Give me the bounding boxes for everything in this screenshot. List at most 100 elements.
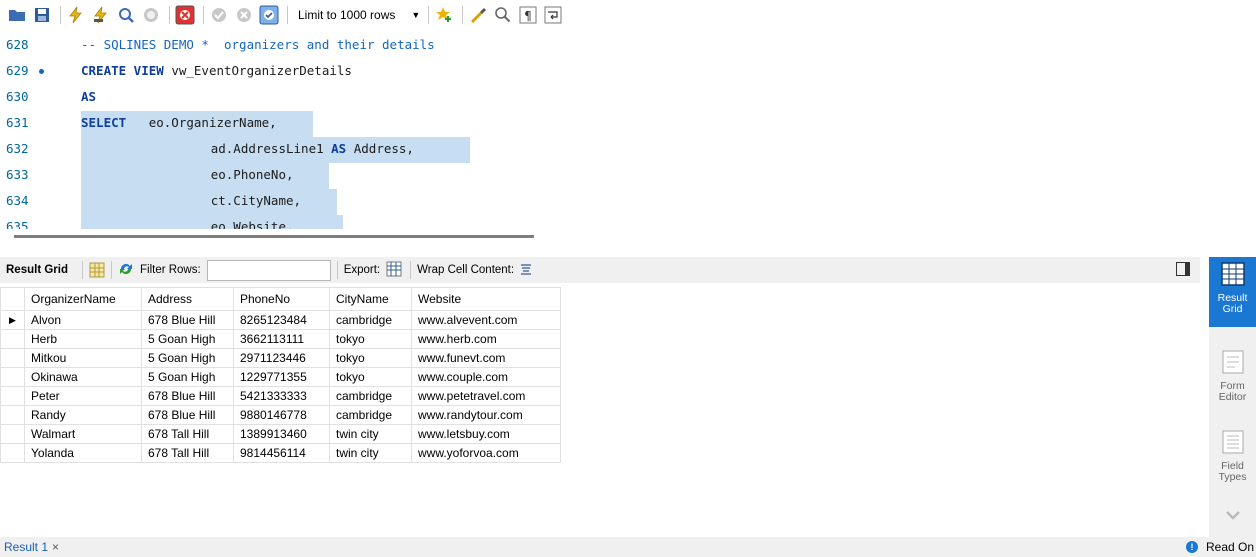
scroll-down-icon[interactable]	[1209, 509, 1256, 529]
table-cell[interactable]: Herb	[24, 329, 142, 349]
execute-selection-icon[interactable]	[90, 4, 112, 26]
table-cell[interactable]: Walmart	[24, 424, 142, 444]
result-grid-title: Result Grid	[6, 264, 68, 276]
open-folder-icon[interactable]	[6, 4, 28, 26]
table-cell[interactable]: www.letsbuy.com	[411, 424, 561, 444]
toggle-error-icon[interactable]	[174, 4, 196, 26]
refresh-icon[interactable]	[118, 262, 134, 279]
table-cell[interactable]: tokyo	[329, 329, 412, 349]
filter-rows-input[interactable]	[206, 259, 331, 281]
commit-icon[interactable]	[208, 4, 230, 26]
table-cell[interactable]: 678 Blue Hill	[141, 386, 234, 406]
code-text: eo.Website,	[143, 219, 294, 229]
table-cell[interactable]: 5 Goan High	[141, 367, 234, 387]
table-cell[interactable]: Alvon	[24, 310, 142, 330]
limit-rows-select[interactable]: Limit to 1000 rows ▼	[294, 4, 424, 26]
find-icon[interactable]	[492, 4, 514, 26]
table-cell[interactable]: www.herb.com	[411, 329, 561, 349]
table-cell[interactable]: tokyo	[329, 367, 412, 387]
read-only-status: ! Read On	[1186, 540, 1254, 554]
explain-icon[interactable]	[115, 4, 137, 26]
code-text: ct.CityName,	[143, 193, 302, 208]
toggle-side-panel-icon[interactable]	[1176, 262, 1190, 276]
table-row[interactable]: Okinawa 5 Goan High 1229771355 tokyo www.cou…	[0, 367, 561, 387]
table-cell[interactable]: cambridge	[329, 405, 412, 425]
beautify-icon[interactable]	[467, 4, 489, 26]
table-cell[interactable]: cambridge	[329, 386, 412, 406]
column-header[interactable]: Website	[411, 287, 561, 311]
side-panel: Result Grid Form Editor Field Types	[1209, 257, 1256, 557]
form-editor-tab[interactable]: Form Editor	[1209, 345, 1256, 407]
table-row[interactable]: ▶ Alvon 678 Blue Hill 8265123484 cambridge ww…	[0, 310, 561, 330]
table-cell[interactable]: www.couple.com	[411, 367, 561, 387]
table-row[interactable]: Herb 5 Goan High 3662113111 tokyo www.herb.c…	[0, 329, 561, 349]
table-cell[interactable]: 1389913460	[233, 424, 330, 444]
editor-line: 633 eo.PhoneNo,	[0, 163, 1256, 189]
field-types-label: Field Types	[1218, 460, 1247, 483]
table-cell[interactable]: 678 Tall Hill	[141, 424, 234, 444]
table-cell[interactable]: 8265123484	[233, 310, 330, 330]
table-cell[interactable]: 5421333333	[233, 386, 330, 406]
table-cell[interactable]: 5 Goan High	[141, 329, 234, 349]
row-marker	[0, 348, 25, 368]
table-cell[interactable]: Okinawa	[24, 367, 142, 387]
execute-icon[interactable]	[65, 4, 87, 26]
favorite-icon[interactable]	[433, 4, 455, 26]
table-cell[interactable]: 678 Blue Hill	[141, 310, 234, 330]
table-cell[interactable]: 1229771355	[233, 367, 330, 387]
table-cell[interactable]: twin city	[329, 424, 412, 444]
save-icon[interactable]	[31, 4, 53, 26]
line-number: 630	[6, 89, 29, 104]
table-cell[interactable]: Randy	[24, 405, 142, 425]
table-row[interactable]: Yolanda 678 Tall Hill 9814456114 twin city w…	[0, 443, 561, 463]
column-header[interactable]: OrganizerName	[24, 287, 142, 311]
export-icon[interactable]	[386, 261, 404, 280]
field-types-tab[interactable]: Field Types	[1209, 425, 1256, 487]
wrap-cell-icon[interactable]	[520, 263, 532, 278]
column-header[interactable]: Address	[141, 287, 234, 311]
horizontal-scrollbar[interactable]	[14, 235, 534, 238]
wrap-icon[interactable]	[542, 4, 564, 26]
table-cell[interactable]: 2971123446	[233, 348, 330, 368]
result-toolbar: Result Grid Filter Rows: Export: Wrap Ce…	[0, 257, 1200, 283]
table-cell[interactable]: Yolanda	[24, 443, 142, 463]
table-row[interactable]: Peter 678 Blue Hill 5421333333 cambridge www…	[0, 386, 561, 406]
result-tab[interactable]: Result 1 ×	[4, 540, 59, 554]
result-grid-icon	[1220, 262, 1245, 286]
code-text: ad.AddressLine1	[143, 141, 332, 156]
line-number: 631	[6, 115, 29, 130]
code-keyword: AS	[81, 89, 97, 104]
table-row[interactable]: Randy 678 Blue Hill 9880146778 cambridge www…	[0, 405, 561, 425]
invisible-chars-icon[interactable]: ¶	[517, 4, 539, 26]
grid-layout-icon[interactable]	[89, 262, 105, 278]
result-grid-tab[interactable]: Result Grid	[1209, 257, 1256, 327]
line-number: 629	[6, 63, 29, 78]
sql-editor[interactable]: 628 -- SQLINES DEMO * organizers and the…	[0, 33, 1256, 229]
table-cell[interactable]: tokyo	[329, 348, 412, 368]
table-cell[interactable]: www.petetravel.com	[411, 386, 561, 406]
table-cell[interactable]: twin city	[329, 443, 412, 463]
table-cell[interactable]: www.alvevent.com	[411, 310, 561, 330]
table-cell[interactable]: 9880146778	[233, 405, 330, 425]
table-cell[interactable]: 3662113111	[233, 329, 330, 349]
table-cell[interactable]: 678 Tall Hill	[141, 443, 234, 463]
column-header[interactable]: CityName	[329, 287, 412, 311]
table-cell[interactable]: Mitkou	[24, 348, 142, 368]
table-row[interactable]: Walmart 678 Tall Hill 1389913460 twin city w…	[0, 424, 561, 444]
table-cell[interactable]: www.randytour.com	[411, 405, 561, 425]
close-icon[interactable]: ×	[52, 540, 59, 554]
table-row[interactable]: Mitkou 5 Goan High 2971123446 tokyo www.fune…	[0, 348, 561, 368]
line-number: 632	[6, 141, 29, 156]
stop-icon[interactable]	[140, 4, 162, 26]
table-cell[interactable]: www.funevt.com	[411, 348, 561, 368]
autocommit-icon[interactable]	[258, 4, 280, 26]
table-cell[interactable]: www.yoforvoa.com	[411, 443, 561, 463]
table-cell[interactable]: 9814456114	[233, 443, 330, 463]
table-cell[interactable]: Peter	[24, 386, 142, 406]
rollback-icon[interactable]	[233, 4, 255, 26]
table-cell[interactable]: cambridge	[329, 310, 412, 330]
table-cell[interactable]: 678 Blue Hill	[141, 405, 234, 425]
column-header[interactable]: PhoneNo	[233, 287, 330, 311]
table-cell[interactable]: 5 Goan High	[141, 348, 234, 368]
current-row-icon: ▶	[0, 310, 25, 330]
